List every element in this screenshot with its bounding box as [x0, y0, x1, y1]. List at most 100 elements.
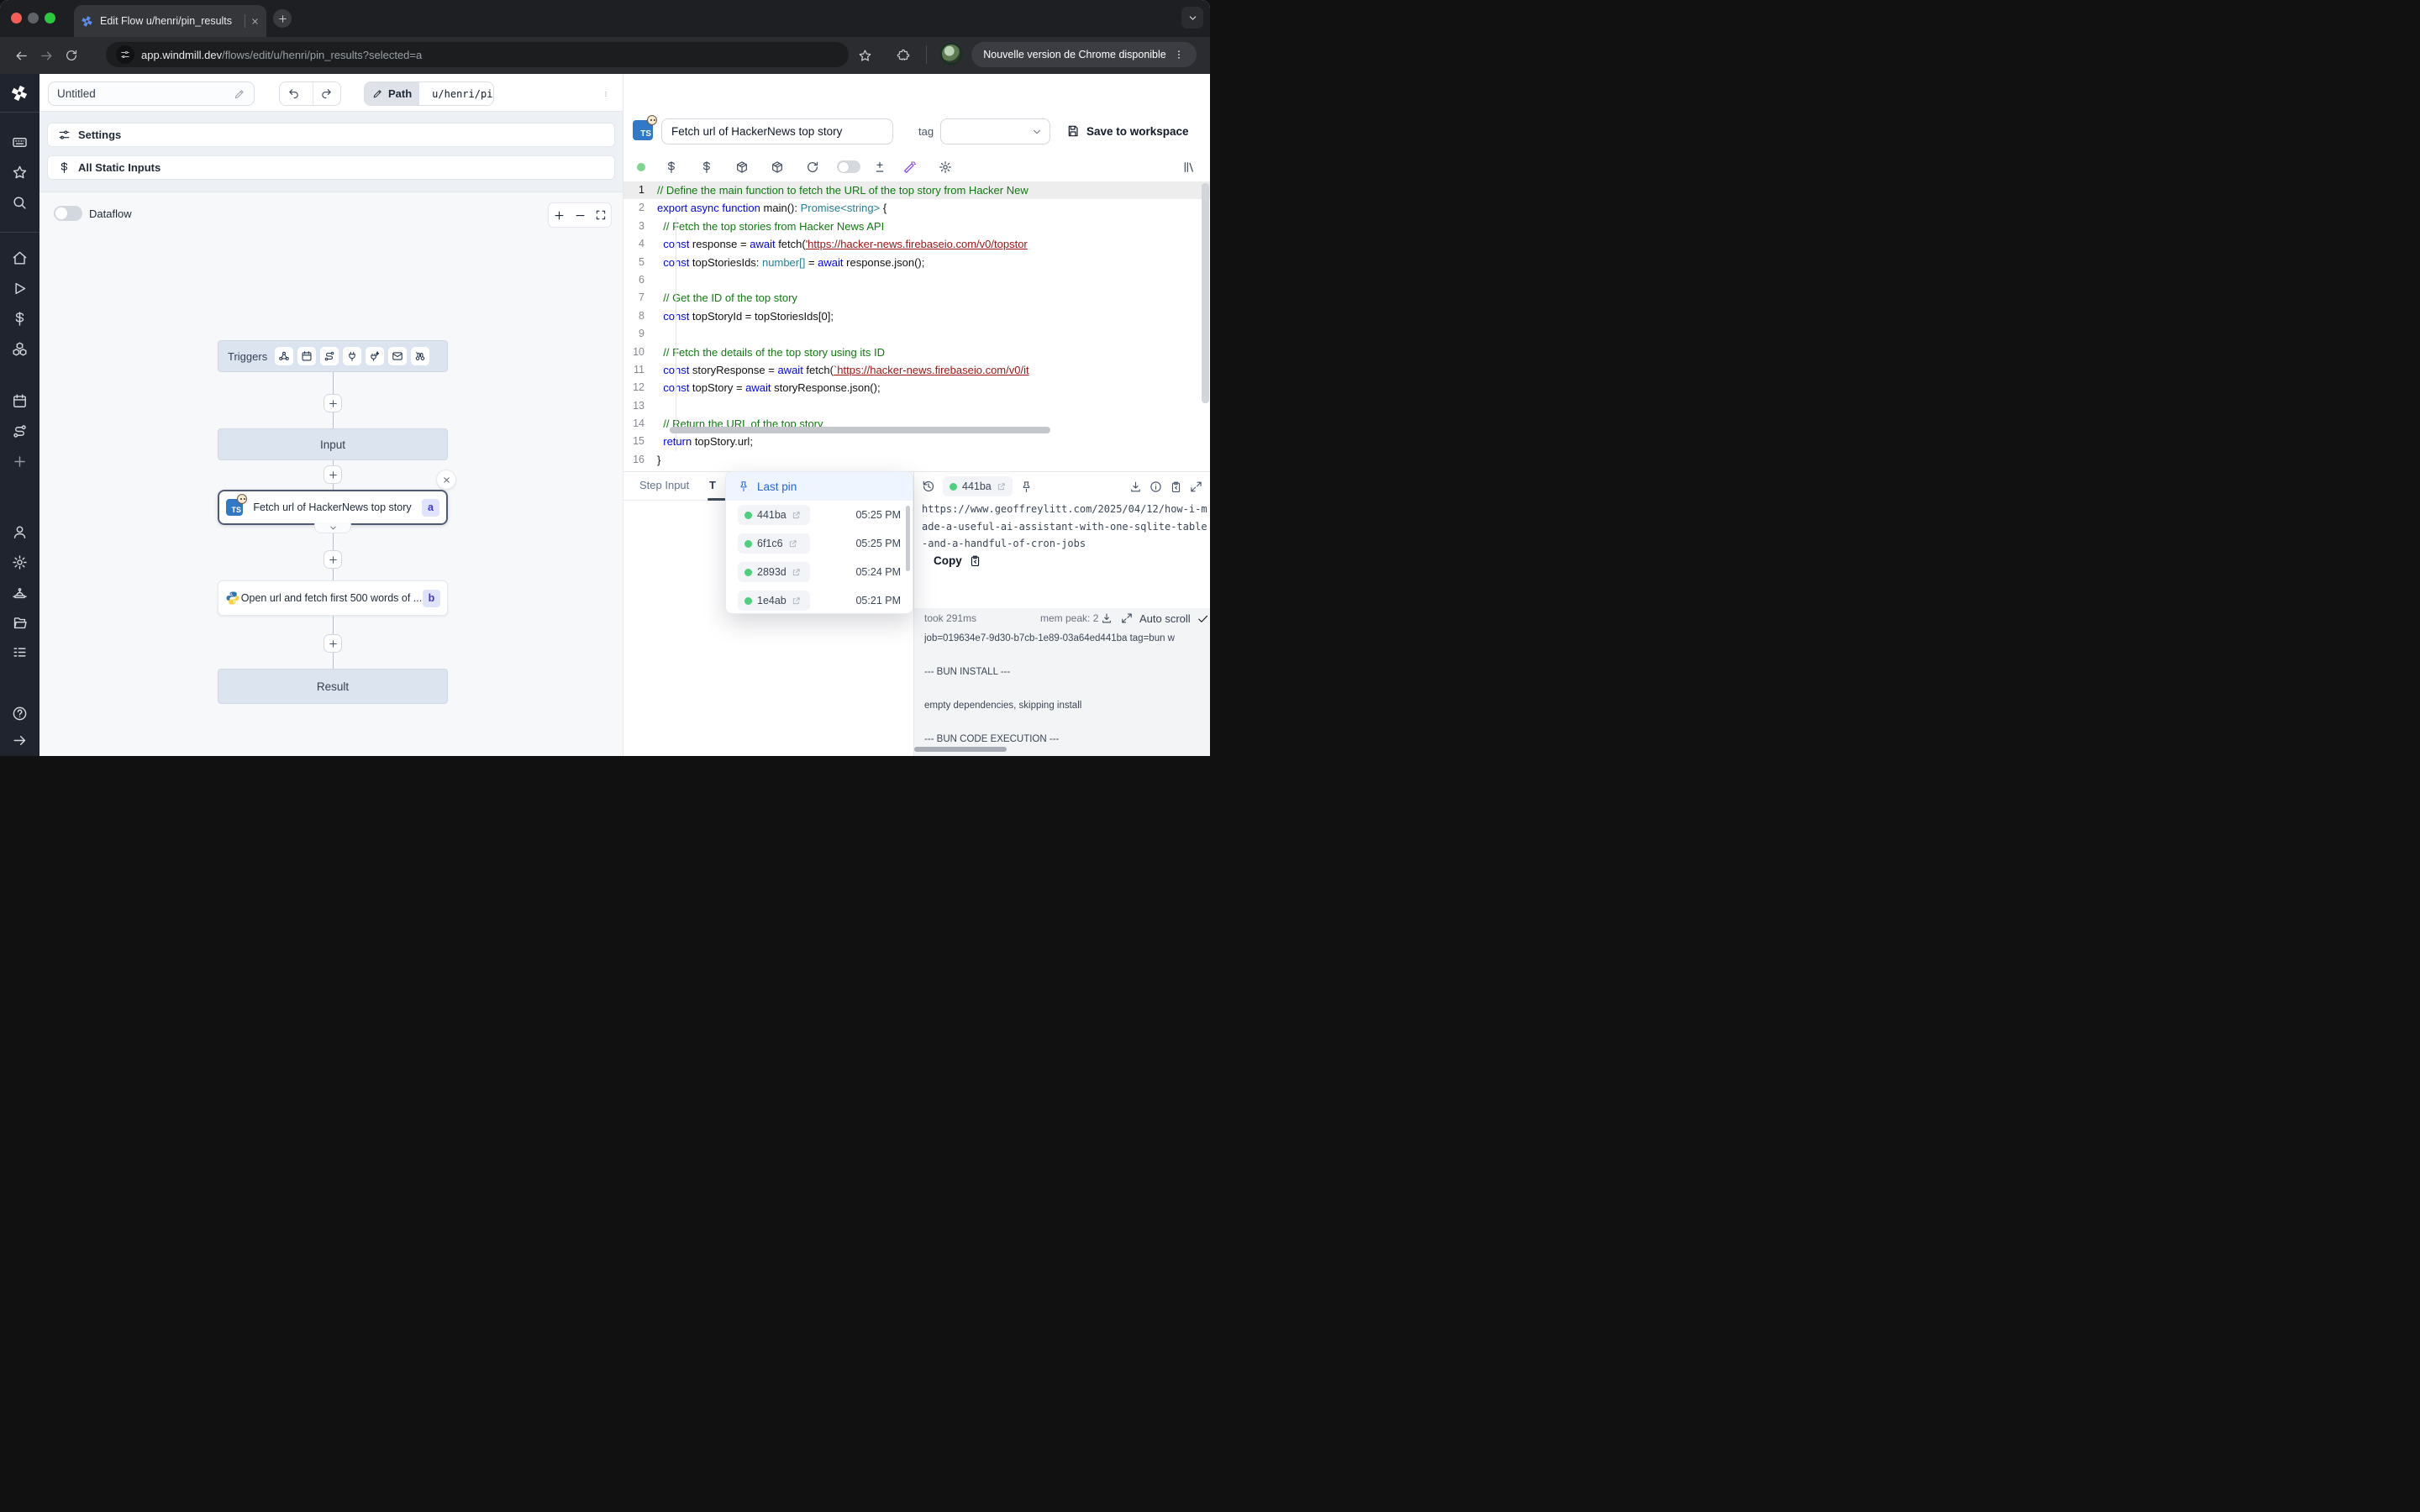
run-id-chip[interactable]: 441ba: [943, 476, 1013, 496]
external-link-icon[interactable]: [788, 539, 797, 549]
redo-button[interactable]: [313, 82, 340, 105]
webhook-trigger-icon[interactable]: [275, 347, 293, 365]
email-trigger-icon[interactable]: [388, 347, 407, 365]
zoom-out-icon[interactable]: [574, 209, 587, 222]
browser-tab[interactable]: Edit Flow u/henri/pin_results: [74, 5, 266, 37]
tab-search-button[interactable]: [1181, 7, 1203, 29]
reset-code-icon[interactable]: [795, 160, 830, 174]
sidebar-settings-icon[interactable]: [12, 554, 28, 570]
window-zoom-button[interactable]: [45, 13, 55, 24]
step-a-expand-tab[interactable]: [314, 522, 351, 533]
add-step-button[interactable]: [324, 550, 342, 569]
pin-icon[interactable]: [1020, 480, 1033, 493]
context-variable-icon[interactable]: [689, 160, 724, 174]
sidebar-resources-icon[interactable]: [12, 341, 28, 357]
address-bar[interactable]: app.windmill.dev/flows/edit/u/henri/pin_…: [106, 42, 849, 67]
flow-canvas[interactable]: Dataflow Triggers Input: [39, 192, 623, 756]
input-node[interactable]: Input: [218, 428, 448, 460]
profile-avatar[interactable]: [940, 43, 962, 65]
external-link-icon[interactable]: [792, 568, 801, 577]
dataflow-toggle[interactable]: [54, 206, 82, 221]
back-button[interactable]: [8, 43, 34, 68]
sidebar-users-icon[interactable]: [12, 524, 28, 540]
flow-settings-row[interactable]: Settings: [47, 123, 615, 147]
expand-icon[interactable]: [1190, 480, 1202, 493]
add-step-button[interactable]: [324, 394, 342, 412]
expand-logs-icon[interactable]: [1121, 612, 1133, 624]
dropdown-scrollbar[interactable]: [906, 506, 910, 571]
sidebar-workers-icon[interactable]: [12, 585, 28, 601]
pin-history-item[interactable]: 2893d05:24 PM: [726, 558, 913, 586]
last-pin-option[interactable]: Last pin: [726, 472, 913, 501]
sidebar-routes-icon[interactable]: [12, 423, 28, 439]
resource-type-icon[interactable]: [760, 160, 795, 174]
download-logs-icon[interactable]: [1101, 612, 1113, 624]
sidebar-schedules-icon[interactable]: [12, 393, 28, 409]
diff-mode-icon[interactable]: [867, 160, 892, 174]
reload-button[interactable]: [59, 43, 84, 68]
poll-trigger-icon[interactable]: [411, 347, 429, 365]
forward-button[interactable]: [34, 43, 59, 68]
pin-history-item[interactable]: 6f1c605:25 PM: [726, 529, 913, 558]
sidebar-runs-icon[interactable]: [12, 281, 28, 297]
websocket-trigger-icon[interactable]: [343, 347, 361, 365]
editor-horizontal-scrollbar[interactable]: [670, 427, 1050, 433]
ai-assist-icon[interactable]: [892, 160, 928, 174]
flow-step-a-node[interactable]: TS Fetch url of HackerNews top story a: [218, 490, 448, 525]
menu-dots-icon[interactable]: [1173, 49, 1185, 60]
sidebar-audit-logs-icon[interactable]: [12, 644, 28, 660]
sidebar-favorites-icon[interactable]: [12, 165, 28, 181]
copy-button[interactable]: Copy: [934, 554, 981, 567]
fit-view-icon[interactable]: [595, 209, 607, 221]
extensions-icon[interactable]: [891, 43, 916, 68]
sidebar-help-icon[interactable]: [12, 706, 28, 722]
flow-name-input[interactable]: Untitled: [48, 81, 255, 106]
variable-picker-icon[interactable]: [654, 160, 689, 174]
undo-button[interactable]: [280, 82, 308, 105]
library-icon[interactable]: [1182, 160, 1196, 174]
triggers-node[interactable]: Triggers: [218, 340, 448, 372]
kafka-trigger-icon[interactable]: [366, 347, 384, 365]
external-link-icon[interactable]: [792, 596, 801, 606]
pin-history-item[interactable]: 1e4ab05:21 PM: [726, 586, 913, 614]
logs-horizontal-scrollbar[interactable]: [914, 747, 1007, 752]
resource-picker-icon[interactable]: [724, 160, 760, 174]
history-icon[interactable]: [922, 480, 935, 493]
auto-scroll-checkbox[interactable]: [1197, 612, 1209, 625]
sidebar-variables-icon[interactable]: [12, 311, 28, 327]
new-tab-button[interactable]: [273, 9, 292, 28]
site-info-icon[interactable]: [116, 45, 134, 64]
result-node[interactable]: Result: [218, 669, 448, 704]
download-icon[interactable]: [1129, 480, 1142, 493]
all-static-inputs-row[interactable]: All Static Inputs: [47, 155, 615, 180]
external-link-icon[interactable]: [792, 511, 801, 520]
more-options-button[interactable]: [594, 81, 618, 106]
route-trigger-icon[interactable]: [320, 347, 339, 365]
tab-close-icon[interactable]: [250, 17, 260, 26]
clipboard-icon[interactable]: [1170, 480, 1182, 493]
external-link-icon[interactable]: [997, 482, 1006, 491]
tag-select[interactable]: [940, 118, 1050, 144]
pin-history-item[interactable]: 441ba05:25 PM: [726, 501, 913, 529]
step-name-input[interactable]: Fetch url of HackerNews top story: [661, 118, 893, 144]
remove-step-button[interactable]: [436, 470, 456, 490]
save-to-workspace-button[interactable]: Save to workspace: [1066, 124, 1189, 138]
sidebar-expand-icon[interactable]: [12, 732, 28, 748]
info-icon[interactable]: [1150, 480, 1162, 493]
add-step-button[interactable]: [324, 465, 342, 484]
sidebar-folders-icon[interactable]: [12, 615, 28, 631]
flow-step-b-node[interactable]: Open url and fetch first 500 words of ..…: [218, 580, 448, 616]
add-step-button[interactable]: [324, 634, 342, 653]
editor-toggle[interactable]: [837, 160, 860, 173]
tab-test-this-step[interactable]: T: [709, 479, 716, 491]
windmill-logo-icon[interactable]: [10, 84, 29, 102]
editor-vertical-scrollbar[interactable]: [1202, 183, 1209, 403]
sidebar-search-icon[interactable]: [12, 195, 28, 211]
editor-settings-icon[interactable]: [928, 160, 963, 174]
tab-step-input[interactable]: Step Input: [639, 479, 689, 491]
zoom-in-icon[interactable]: [553, 209, 566, 222]
window-minimize-button[interactable]: [28, 13, 39, 24]
sidebar-home-icon[interactable]: [12, 250, 28, 266]
sidebar-apps-icon[interactable]: [12, 134, 28, 150]
bookmark-star-icon[interactable]: [852, 43, 877, 68]
